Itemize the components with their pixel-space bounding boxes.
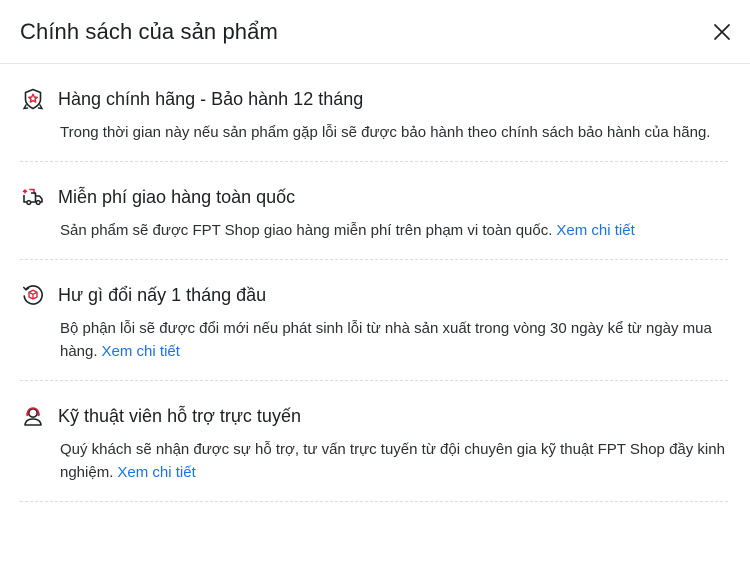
product-policy-modal: Chính sách của sản phẩm Hàng chính hãng …	[0, 0, 750, 561]
policy-item-header: Hư gì đổi nấy 1 tháng đầu	[20, 283, 728, 307]
policy-item-description: Bộ phận lỗi sẽ được đổi mới nếu phát sin…	[20, 317, 728, 363]
see-details-link[interactable]: Xem chi tiết	[102, 343, 180, 360]
policy-list: Hàng chính hãng - Bảo hành 12 tháng Tron…	[0, 64, 750, 502]
see-details-link[interactable]: Xem chi tiết	[556, 222, 634, 239]
close-button[interactable]	[708, 18, 736, 46]
policy-item-header: Miễn phí giao hàng toàn quốc	[20, 185, 728, 209]
modal-title: Chính sách của sản phẩm	[20, 18, 278, 44]
policy-item-description: Trong thời gian này nếu sản phẩm gặp lỗi…	[20, 121, 728, 144]
support-agent-icon	[20, 403, 46, 429]
see-details-link[interactable]: Xem chi tiết	[117, 464, 195, 481]
policy-item-text: Trong thời gian này nếu sản phẩm gặp lỗi…	[60, 124, 711, 141]
policy-item-description: Quý khách sẽ nhận được sự hỗ trợ, tư vấn…	[20, 438, 728, 484]
policy-item-warranty: Hàng chính hãng - Bảo hành 12 tháng Tron…	[20, 64, 728, 162]
policy-item-description: Sản phẩm sẽ được FPT Shop giao hàng miễn…	[20, 219, 728, 242]
delivery-truck-icon	[20, 184, 46, 210]
policy-item-text: Sản phẩm sẽ được FPT Shop giao hàng miễn…	[60, 222, 553, 239]
policy-item-tech-support: Kỹ thuật viên hỗ trợ trực tuyến Quý khác…	[20, 381, 728, 502]
modal-header: Chính sách của sản phẩm	[0, 0, 750, 64]
policy-item-title: Hàng chính hãng - Bảo hành 12 tháng	[58, 88, 364, 109]
policy-item-title: Hư gì đổi nấy 1 tháng đầu	[58, 284, 267, 305]
policy-item-header: Kỹ thuật viên hỗ trợ trực tuyến	[20, 404, 728, 428]
policy-item-title: Miễn phí giao hàng toàn quốc	[58, 186, 296, 207]
policy-item-free-shipping: Miễn phí giao hàng toàn quốc Sản phẩm sẽ…	[20, 162, 728, 260]
policy-item-title: Kỹ thuật viên hỗ trợ trực tuyến	[58, 405, 301, 426]
close-icon	[714, 23, 730, 40]
policy-item-exchange: Hư gì đổi nấy 1 tháng đầu Bộ phận lỗi sẽ…	[20, 260, 728, 381]
policy-item-header: Hàng chính hãng - Bảo hành 12 tháng	[20, 87, 728, 111]
genuine-badge-icon	[20, 86, 46, 112]
exchange-box-icon	[20, 282, 46, 308]
